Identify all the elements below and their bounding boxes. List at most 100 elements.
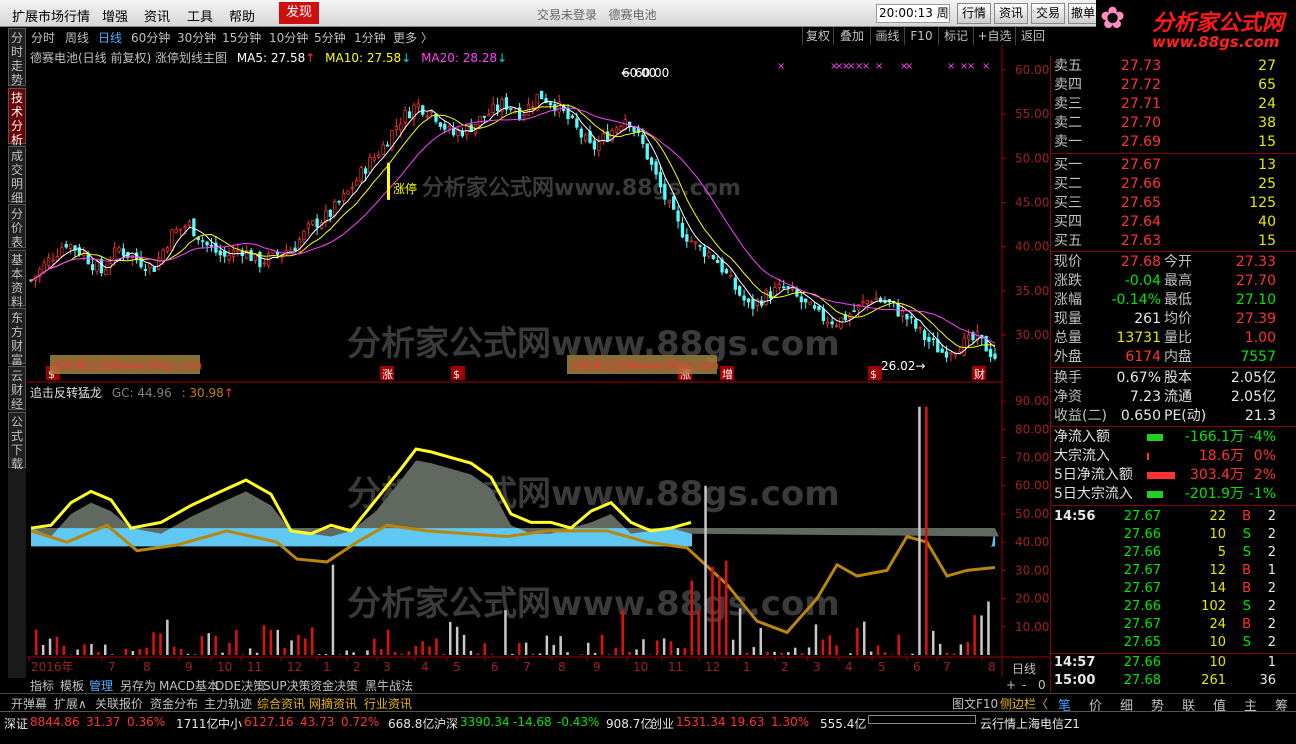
period-0[interactable]: 分时 <box>31 29 55 46</box>
side-tab-4[interactable]: 基本资料 <box>8 250 26 309</box>
ask-row[interactable]: 卖三 27.71 24 <box>1051 95 1296 114</box>
indicator-tab-0[interactable]: 指标 <box>30 677 54 694</box>
menu-news[interactable]: 资讯 <box>144 6 170 25</box>
indicator-tab-7[interactable]: 资金决策 <box>310 677 358 694</box>
event-marker-label[interactable]: $ <box>453 368 460 381</box>
bid-row[interactable]: 买一 27.67 13 <box>1051 156 1296 175</box>
event-marker-label[interactable]: 财 <box>974 367 985 381</box>
x-tick-label: 1 <box>743 660 751 674</box>
discover-button[interactable]: 发现 <box>279 2 319 24</box>
x-tick-label: 2016年 <box>31 660 74 674</box>
toolbar-button-6[interactable]: 返回 <box>1015 27 1050 45</box>
bid-row[interactable]: 买三 27.65 125 <box>1051 194 1296 213</box>
sidebar-toggle-button[interactable]: 侧边栏〈 <box>1000 695 1048 712</box>
separator <box>1051 251 1296 252</box>
toolbar-button-1[interactable]: 叠加 <box>833 27 870 45</box>
candle-body <box>685 234 689 242</box>
side-tab-3[interactable]: 分价表 <box>8 204 26 249</box>
indicator-tab-5[interactable]: DDE决策 <box>215 677 265 694</box>
event-marker-label[interactable]: $ <box>870 368 877 381</box>
candle-body <box>632 126 636 132</box>
ask-row[interactable]: 卖二 27.70 38 <box>1051 114 1296 133</box>
news-button[interactable]: 资讯 <box>994 3 1028 24</box>
candle-body <box>143 268 148 271</box>
flow-label: 净流入额 <box>1054 429 1110 445</box>
function-button-0[interactable]: 开弹幕 <box>11 695 47 712</box>
indicator-tab-8[interactable]: 黑牛战法 <box>365 677 413 694</box>
toolbar-button-5[interactable]: +自选 <box>973 27 1015 45</box>
function-button-6[interactable]: 网摘资讯 <box>309 695 357 712</box>
indicator-gc: GC: 44.96 <box>111 386 172 400</box>
toolbar-button-3[interactable]: F10 <box>904 27 938 45</box>
period-6[interactable]: 10分钟 <box>269 29 308 46</box>
toolbar-button-4[interactable]: 标记 <box>938 27 973 45</box>
candle-body <box>944 351 949 358</box>
period-3[interactable]: 60分钟 <box>131 29 170 46</box>
menu-help[interactable]: 帮助 <box>229 6 255 25</box>
volume-bar <box>635 649 638 655</box>
event-marker-label[interactable]: 增 <box>722 367 733 381</box>
candle-body <box>918 326 922 329</box>
side-tab-0[interactable]: 分时走势 <box>8 28 26 87</box>
toolbar-button-2[interactable]: 画线 <box>870 27 904 45</box>
side-tab-6[interactable]: 云财经 <box>8 366 26 411</box>
period-8[interactable]: 1分钟 <box>354 29 386 46</box>
indicator-tab-6[interactable]: SUP决策 <box>263 677 311 694</box>
trade-button[interactable]: 交易 <box>1031 3 1065 24</box>
ask-price: 27.73 <box>1120 58 1161 74</box>
period-5[interactable]: 15分钟 <box>222 29 261 46</box>
index-sz-name[interactable]: 深证 <box>4 715 28 732</box>
volume-bar <box>317 654 321 655</box>
price-chart[interactable]: 60.00 55.00 50.00 45.00 40.00 35.00 30.00 90.00… <box>27 45 1050 678</box>
ask-row[interactable]: 卖一 27.69 15 <box>1051 133 1296 152</box>
server-name[interactable]: 云行情上海电信Z1 <box>980 715 1080 732</box>
period-7[interactable]: 5分钟 <box>314 29 346 46</box>
volume-bar <box>780 652 783 655</box>
candle-body <box>425 115 429 118</box>
ind-tick-label: 40.00 <box>1015 535 1049 549</box>
ask-row[interactable]: 卖四 27.72 65 <box>1051 76 1296 95</box>
top-marker: × <box>875 61 883 72</box>
side-tab-5[interactable]: 东方财富 <box>8 308 26 367</box>
cancel-order-button[interactable]: 撤单 <box>1068 3 1098 24</box>
minus-button[interactable]: - <box>1022 678 1026 692</box>
period-9[interactable]: 更多 〉 <box>393 29 433 46</box>
event-marker-label[interactable]: 涨 <box>382 368 393 381</box>
bid-row[interactable]: 买二 27.66 25 <box>1051 175 1296 194</box>
f10-text-button[interactable]: 图文F10 <box>952 695 998 712</box>
indicator-tab-4[interactable]: MACD基本 <box>159 677 219 694</box>
candle-body <box>905 313 909 320</box>
index-zx-name[interactable]: 中小 <box>218 715 242 732</box>
function-button-5[interactable]: 综合资讯 <box>257 695 305 712</box>
quote-button[interactable]: 行情 <box>957 3 991 24</box>
candle-body <box>570 115 575 118</box>
side-tab-7[interactable]: 公式下载 <box>8 412 26 471</box>
volume-bar <box>345 650 348 655</box>
function-button-2[interactable]: 关联报价 <box>95 695 143 712</box>
side-tab-1[interactable]: 技术分析 <box>8 88 26 147</box>
function-button-7[interactable]: 行业资讯 <box>364 695 412 712</box>
period-1[interactable]: 周线 <box>65 29 89 46</box>
index-hs-name[interactable]: 沪深 <box>434 715 458 732</box>
candle-body <box>804 298 808 303</box>
volume-bar <box>324 653 328 655</box>
side-tab-2[interactable]: 成交明细 <box>8 146 26 205</box>
bid-row[interactable]: 买四 27.64 40 <box>1051 213 1296 232</box>
menu-extended-market[interactable]: 扩展市场行情 <box>12 6 90 25</box>
ask-row[interactable]: 卖五 27.73 27 <box>1051 57 1296 76</box>
plus-button[interactable]: + <box>1006 678 1016 692</box>
bid-row[interactable]: 买五 27.63 15 <box>1051 232 1296 251</box>
function-button-1[interactable]: 扩展∧ <box>54 695 87 712</box>
indicator-tab-2[interactable]: 管理 <box>89 677 113 694</box>
indicator-tab-3[interactable]: 另存为 <box>120 677 156 694</box>
indicator-tab-1[interactable]: 模板 <box>60 677 84 694</box>
period-4[interactable]: 30分钟 <box>177 29 216 46</box>
function-button-4[interactable]: 主力轨迹 <box>204 695 252 712</box>
toolbar-button-0[interactable]: 复权 <box>802 27 833 45</box>
function-button-3[interactable]: 资金分布 <box>150 695 198 712</box>
period-2[interactable]: 日线 <box>98 29 122 46</box>
index-cy-name[interactable]: 创业 <box>650 715 674 732</box>
menu-tools[interactable]: 工具 <box>187 6 213 25</box>
menu-enhance[interactable]: 增强 <box>102 6 128 25</box>
zero-button[interactable]: 0 <box>1038 678 1046 692</box>
